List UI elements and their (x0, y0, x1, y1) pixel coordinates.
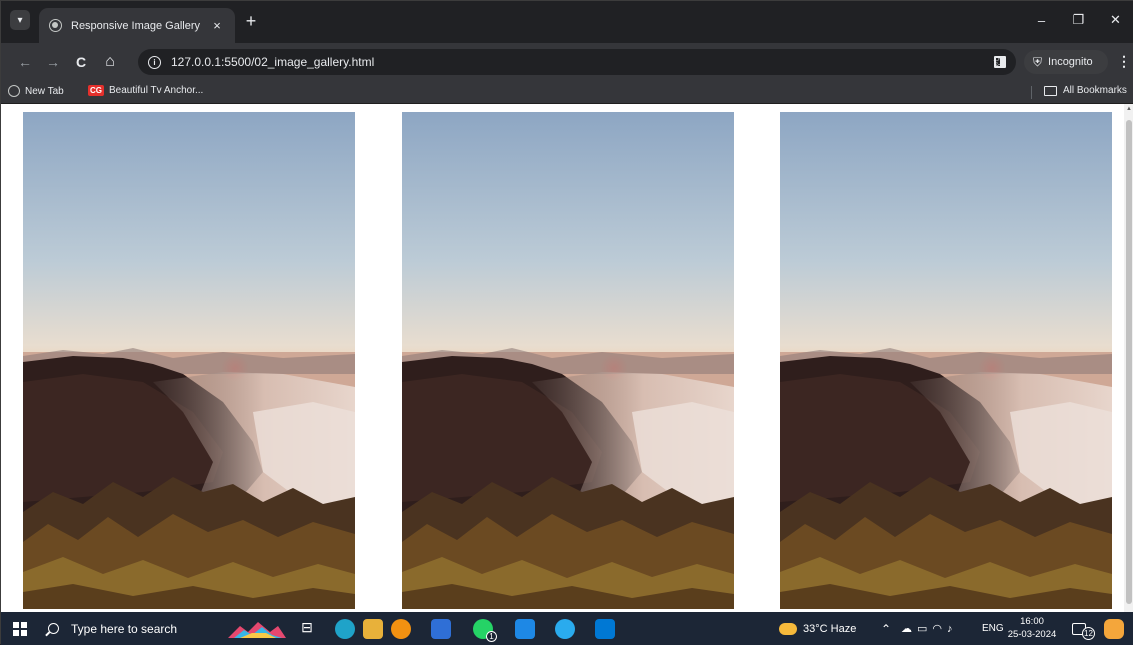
sunset-mountain-fog-picture (23, 112, 355, 609)
incognito-label: Incognito (1048, 56, 1093, 68)
colorful-widgets-icon[interactable] (226, 616, 288, 642)
gallery-image-2 (402, 112, 734, 609)
search-icon (48, 623, 59, 634)
tab-title: Responsive Image Gallery (71, 19, 201, 32)
bookmark-label: Beautiful Tv Anchor... (109, 85, 204, 96)
whatsapp-icon[interactable]: 1 (473, 619, 497, 642)
url-text[interactable]: 127.0.0.1:5500/02_image_gallery.html (171, 55, 993, 69)
bookmark-new-tab[interactable]: New Tab (8, 85, 64, 97)
volume-icon: ♪ (947, 622, 953, 635)
incognito-icon: ⛨ (1033, 54, 1043, 69)
clock-date: 25-03-2024 (1007, 629, 1057, 640)
clock-time: 16:00 (1020, 616, 1044, 627)
close-window-button[interactable]: ✕ (1097, 7, 1133, 33)
browser-toolbar: ← → C ⌂ i 127.0.0.1:5500/02_image_galler… (1, 43, 1133, 81)
chevron-down-icon: ▾ (17, 14, 23, 26)
wifi-icon: ◠ (932, 623, 943, 635)
back-button[interactable]: ← (15, 52, 35, 72)
tray-chevron-up-icon[interactable]: ⌃ (881, 612, 891, 645)
bookmark-label: New Tab (25, 85, 64, 97)
scrollbar-thumb[interactable] (1126, 120, 1132, 604)
forward-button[interactable]: → (43, 52, 63, 72)
page-viewport: ▲ (1, 104, 1133, 612)
taskbar-search-placeholder: Type here to search (71, 621, 178, 636)
reload-button[interactable]: C (71, 52, 91, 72)
bookmark-beautiful-tv-anchor[interactable]: CG Beautiful Tv Anchor... (88, 85, 203, 96)
microsoft-store-icon[interactable] (431, 619, 451, 639)
notification-count: 12 (1082, 627, 1095, 640)
sunset-mountain-fog-picture (780, 112, 1112, 609)
onedrive-icon: ☁ (901, 623, 912, 635)
globe-icon (8, 85, 20, 97)
sunset-mountain-fog-picture (402, 112, 734, 609)
tab-search-button[interactable]: ▾ (10, 10, 30, 30)
browser-window: ▾ Responsive Image Gallery × + – ❐ ✕ ← →… (0, 0, 1133, 645)
restore-button[interactable]: ❐ (1060, 7, 1097, 33)
all-bookmarks-label: All Bookmarks (1063, 85, 1127, 96)
windows-start-button[interactable] (13, 622, 27, 636)
taskbar-search-box[interactable]: Type here to search (48, 612, 198, 645)
window-controls: – ❐ ✕ (1023, 7, 1133, 33)
scroll-up-arrow-icon[interactable]: ▲ (1126, 106, 1132, 112)
cg-logo-icon: CG (88, 85, 104, 96)
tab-active[interactable]: Responsive Image Gallery × (39, 8, 235, 43)
browser-menu-icon[interactable]: ⋮ (1117, 54, 1131, 68)
file-explorer-icon[interactable] (363, 619, 383, 639)
weather-widget[interactable]: 33°C Haze (779, 612, 856, 645)
language-indicator[interactable]: ENG (982, 612, 1004, 645)
windows-taskbar: Type here to search ⊟ 1 33°C Haze ⌃ ☁ ▭ … (1, 612, 1133, 645)
address-bar[interactable]: i 127.0.0.1:5500/02_image_gallery.html ☆ (138, 49, 1016, 75)
bookmarks-divider (1031, 86, 1032, 99)
globe-icon (49, 19, 62, 32)
app-store-pinned-icon[interactable] (1104, 619, 1124, 639)
vertical-scrollbar[interactable]: ▲ (1124, 104, 1133, 612)
site-info-icon[interactable]: i (148, 55, 161, 69)
bookmarks-bar: New Tab CG Beautiful Tv Anchor... All Bo… (1, 81, 1133, 104)
notification-center[interactable]: 12 (1072, 612, 1095, 645)
gallery-image-3 (780, 112, 1112, 609)
tab-strip: ▾ Responsive Image Gallery × + – ❐ ✕ (1, 1, 1133, 43)
close-tab-icon[interactable]: × (209, 18, 225, 33)
folder-icon (1044, 85, 1057, 96)
edge-icon[interactable] (335, 619, 355, 639)
vscode-icon[interactable] (595, 619, 615, 639)
taskbar-clock[interactable]: 16:00 25-03-2024 (1006, 615, 1058, 641)
system-tray-icons[interactable]: ☁ ▭ ◠ ♪ (901, 612, 958, 645)
side-panel-icon[interactable] (994, 56, 1006, 68)
battery-icon: ▭ (917, 623, 928, 635)
gallery-image-1 (23, 112, 355, 609)
minimize-button[interactable]: – (1023, 7, 1060, 33)
telegram-icon[interactable] (555, 619, 575, 639)
whatsapp-badge: 1 (486, 631, 497, 642)
new-tab-button[interactable]: + (241, 12, 261, 32)
all-bookmarks-button[interactable]: All Bookmarks (1044, 85, 1127, 96)
task-view-icon[interactable]: ⊟ (297, 619, 317, 639)
haze-weather-icon (779, 622, 797, 635)
chrome-icon[interactable] (391, 619, 411, 639)
home-button[interactable]: ⌂ (100, 52, 120, 72)
weather-text: 33°C Haze (803, 622, 857, 635)
mail-icon[interactable] (515, 619, 535, 639)
incognito-indicator[interactable]: ⛨ Incognito (1024, 50, 1108, 74)
